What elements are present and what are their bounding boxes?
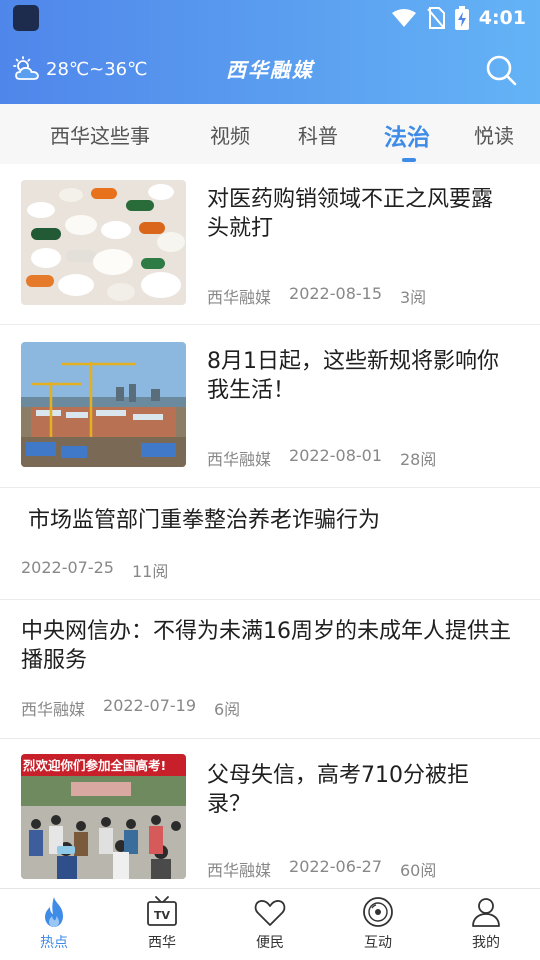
nav-xihua[interactable]: TV 西华 (122, 895, 202, 957)
tab-video[interactable]: 视频 (210, 120, 250, 149)
news-read-count: 6阅 (214, 700, 241, 719)
title-bar: 28℃~36℃ 西华融媒 (0, 36, 540, 104)
news-item[interactable]: 8月1日起，这些新规将影响你我生活！ 西华融媒 2022-08-01 28阅 (0, 326, 540, 488)
user-icon (472, 898, 500, 927)
nav-services[interactable]: 便民 (230, 895, 310, 957)
header: 4:01 28℃~36℃ 西华融媒 (0, 0, 540, 104)
news-date: 2022-08-15 (289, 284, 382, 303)
status-bar: 4:01 (0, 0, 540, 36)
news-source: 西华融媒 (21, 700, 86, 719)
tab-law[interactable]: 法治 (384, 118, 430, 152)
tab-reading[interactable]: 悦读 (474, 120, 514, 149)
news-meta: 西华融媒 2022-08-15 3阅 (207, 284, 426, 308)
nav-label: 热点 (40, 935, 68, 951)
news-read-count: 28阅 (400, 450, 437, 469)
news-feed: 对医药购销领域不正之风要露头就打 西华融媒 2022-08-15 3阅 8月1日… (0, 164, 540, 888)
nav-label: 互动 (364, 935, 392, 951)
news-item[interactable]: 市场监管部门重拳整治养老诈骗行为 2022-07-25 11阅 (0, 489, 540, 600)
news-date: 2022-07-25 (21, 558, 114, 577)
wifi-icon (391, 9, 416, 27)
news-meta: 西华融媒 2022-06-27 60阅 (207, 857, 436, 881)
nav-profile[interactable]: 我的 (446, 895, 526, 957)
news-item[interactable]: 烈欢迎你们参加全国高考! 父母失信，高考710分被拒录？ 西华融媒 2022-0… (0, 740, 540, 888)
news-title[interactable]: 市场监管部门重拳整治养老诈骗行为 (21, 506, 521, 535)
status-icons: 4:01 (391, 6, 526, 30)
bottom-nav: 热点 TV 西华 便民 互动 我的 (0, 888, 540, 960)
battery-charging-icon (454, 6, 469, 30)
news-meta: 西华融媒 2022-08-01 28阅 (207, 446, 436, 470)
news-date: 2022-08-01 (289, 446, 382, 465)
news-thumbnail-pills (21, 180, 186, 305)
no-sim-icon (426, 7, 445, 29)
channel-tabs: 西华这些事 视频 科普 法治 悦读 (0, 104, 540, 164)
news-title[interactable]: 对医药购销领域不正之风要露头就打 (207, 185, 507, 243)
app-screen: 4:01 28℃~36℃ 西华融媒 西华这些事 视频 科普 法治 悦读 对医药购… (0, 0, 540, 960)
news-title[interactable]: 父母失信，高考710分被拒录？ (207, 761, 507, 819)
flame-icon (45, 897, 63, 927)
nav-label: 便民 (256, 935, 284, 951)
nav-hot[interactable]: 热点 (14, 895, 94, 957)
banner-text: 烈欢迎你们参加全国高考! (23, 758, 166, 773)
news-thumbnail-construction (21, 342, 186, 467)
news-meta: 西华融媒 2022-07-19 6阅 (21, 696, 240, 720)
nav-interact[interactable]: 互动 (338, 895, 418, 957)
notification-app-icon (13, 5, 39, 31)
nav-label: 我的 (472, 935, 500, 951)
news-read-count: 60阅 (400, 861, 437, 880)
status-time: 4:01 (478, 7, 526, 29)
tab-xihua-stories[interactable]: 西华这些事 (50, 120, 150, 149)
news-read-count: 11阅 (131, 562, 169, 581)
news-date: 2022-06-27 (289, 857, 382, 876)
news-item[interactable]: 中央网信办：不得为未满16周岁的未成年人提供主播服务 西华融媒 2022-07-… (0, 601, 540, 739)
news-title[interactable]: 8月1日起，这些新规将影响你我生活！ (207, 347, 507, 405)
news-source: 西华融媒 (207, 288, 272, 307)
active-tab-indicator (402, 158, 416, 162)
disc-icon (363, 897, 393, 927)
news-item[interactable]: 对医药购销领域不正之风要露头就打 西华融媒 2022-08-15 3阅 (0, 164, 540, 325)
heart-icon (254, 900, 286, 926)
news-read-count: 3阅 (400, 288, 427, 307)
news-meta: 2022-07-25 11阅 (21, 558, 168, 582)
svg-text:TV: TV (154, 909, 171, 922)
tv-icon: TV (147, 896, 177, 926)
news-date: 2022-07-19 (103, 696, 196, 715)
nav-label: 西华 (148, 935, 176, 951)
app-title: 西华融媒 (226, 58, 314, 82)
news-title[interactable]: 中央网信办：不得为未满16周岁的未成年人提供主播服务 (21, 617, 511, 675)
tab-science[interactable]: 科普 (298, 120, 338, 149)
search-icon[interactable] (484, 53, 518, 87)
news-source: 西华融媒 (207, 450, 272, 469)
news-thumbnail-exam-crowd: 烈欢迎你们参加全国高考! (21, 754, 186, 879)
news-source: 西华融媒 (207, 861, 272, 880)
